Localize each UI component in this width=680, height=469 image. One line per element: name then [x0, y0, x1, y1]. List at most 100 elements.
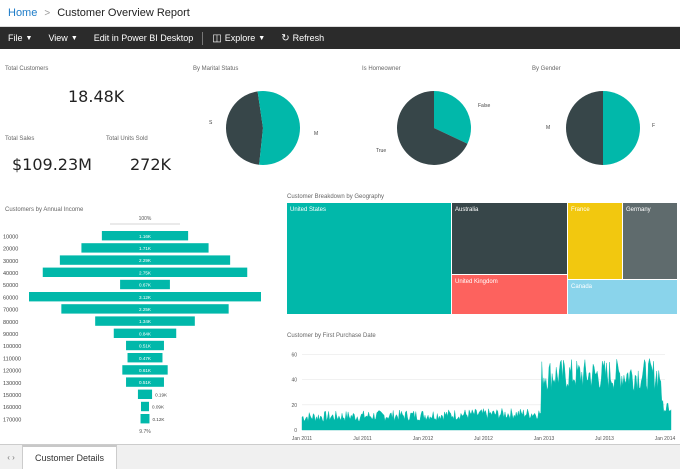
- treemap-chart[interactable]: United States Australia United Kingdom Fran…: [287, 203, 677, 315]
- funnel-value-label: 0.47K: [139, 356, 152, 361]
- refresh-icon: ↻: [281, 32, 290, 44]
- area-y-tick: 0: [294, 428, 297, 434]
- area-x-tick: Jan 2013: [534, 436, 555, 442]
- funnel-bar[interactable]: [141, 401, 149, 412]
- funnel-value-label: 0.67K: [139, 283, 152, 288]
- area-y-tick: 20: [291, 403, 297, 409]
- pie-homeowner-chart[interactable]: [393, 87, 475, 169]
- pie-gender-title: By Gender: [532, 66, 561, 72]
- pie-gender-label-m: M: [546, 125, 551, 131]
- refresh-label: Refresh: [292, 33, 325, 43]
- area-series[interactable]: [301, 358, 672, 431]
- breadcrumb-home-link[interactable]: Home: [8, 7, 37, 19]
- funnel-value-label: 2.75K: [139, 270, 152, 275]
- funnel-value-label: 0.09K: [152, 405, 165, 410]
- funnel-category-label: 120000: [3, 369, 21, 375]
- treemap-cell[interactable]: [287, 203, 451, 314]
- kpi-total-sales-value: $109.23M: [12, 155, 92, 174]
- view-menu[interactable]: View ▼: [48, 33, 77, 43]
- area-title: Customer by First Purchase Date: [287, 333, 376, 339]
- treemap-cell-label: France: [571, 207, 590, 213]
- treemap-cell[interactable]: [568, 203, 622, 279]
- funnel-value-label: 1.71K: [139, 246, 152, 251]
- pie-homeowner-label-true: True: [376, 148, 387, 154]
- area-x-tick: Jan 2014: [655, 436, 676, 442]
- treemap-cell-label: United States: [290, 207, 326, 213]
- kpi-total-customers-value: 18.48K: [68, 87, 125, 106]
- funnel-value-label: 0.51K: [139, 344, 152, 349]
- view-menu-label: View: [48, 33, 68, 43]
- chevron-down-icon: ▼: [25, 34, 33, 42]
- funnel-value-label: 0.84K: [139, 331, 152, 336]
- pie-homeowner-label-false: False: [478, 103, 491, 109]
- explore-menu-label: Explore: [224, 33, 256, 43]
- area-chart[interactable]: 0 20 40 60 Jan 2011 Jul 2011 Jan 2012 Jul 2012 J…: [287, 344, 677, 444]
- treemap-title: Customer Breakdown by Geography: [287, 194, 385, 200]
- funnel-category-label: 10000: [3, 234, 18, 240]
- treemap-cell-label: United Kingdom: [455, 279, 498, 285]
- kpi-total-sales-title: Total Sales: [5, 136, 35, 142]
- funnel-category-label: 70000: [3, 308, 18, 314]
- breadcrumb-separator: >: [44, 7, 51, 19]
- file-menu-label: File: [8, 33, 23, 43]
- tab-scroll-left[interactable]: ‹ ›: [0, 445, 22, 469]
- funnel-category-label: 30000: [3, 259, 18, 265]
- pie-slice-s[interactable]: [225, 91, 263, 165]
- funnel-value-label: 0.61K: [139, 368, 152, 373]
- funnel-bar[interactable]: [137, 389, 153, 399]
- treemap-cell-label: Canada: [571, 284, 593, 290]
- funnel-value-label: 0.12K: [152, 417, 165, 422]
- funnel-category-label: 50000: [3, 283, 18, 289]
- breadcrumb: Home > Customer Overview Report: [0, 0, 680, 27]
- area-x-tick: Jul 2011: [353, 436, 372, 442]
- area-y-tick: 40: [291, 378, 297, 384]
- funnel-value-label: 1.16K: [139, 234, 152, 239]
- area-x-tick: Jan 2012: [413, 436, 434, 442]
- pie-slice-f[interactable]: [603, 91, 640, 165]
- area-x-tick: Jan 2011: [292, 436, 312, 442]
- funnel-category-label: 90000: [3, 332, 18, 338]
- funnel-bottom-label: 9.7%: [139, 429, 151, 435]
- funnel-bar[interactable]: [140, 414, 150, 424]
- pie-slice-m[interactable]: [257, 91, 300, 166]
- funnel-category-label: 100000: [3, 344, 21, 350]
- pie-gender-label-f: F: [652, 123, 656, 129]
- explore-icon: ◫: [212, 32, 222, 44]
- funnel-value-label: 2.29K: [139, 258, 152, 263]
- file-menu[interactable]: File ▼: [8, 33, 32, 43]
- funnel-category-label: 160000: [3, 405, 21, 411]
- funnel-value-label: 3.12K: [139, 295, 152, 300]
- treemap-cell[interactable]: [452, 203, 567, 274]
- pie-marital-label-m: M: [314, 131, 319, 137]
- chevron-down-icon: ▼: [70, 34, 78, 42]
- treemap-cell-label: Australia: [455, 207, 479, 213]
- funnel-chart[interactable]: 100% 10000 1.16K 20000 1.71K 30000 2.29K 40000 2…: [0, 212, 280, 444]
- toolbar: File ▼ View ▼ Edit in Power BI Desktop ◫ Ex…: [0, 27, 680, 49]
- chevron-down-icon: ▼: [258, 34, 266, 42]
- treemap-cell-label: Germany: [626, 207, 651, 213]
- report-canvas: Total Customers 18.48K Total Sales $109.…: [0, 49, 680, 444]
- explore-menu[interactable]: ◫ Explore ▼: [212, 33, 265, 44]
- pie-marital-title: By Marital Status: [193, 66, 239, 72]
- kpi-total-customers-title: Total Customers: [5, 66, 49, 72]
- tab-customer-details[interactable]: Customer Details: [22, 445, 118, 469]
- pie-marital-chart[interactable]: [222, 87, 304, 169]
- pie-gender-chart[interactable]: [562, 87, 644, 169]
- funnel-value-label: 2.25K: [139, 307, 152, 312]
- funnel-value-label: 0.19K: [155, 392, 168, 397]
- kpi-total-units-value: 272K: [130, 155, 172, 174]
- funnel-category-label: 110000: [3, 356, 21, 362]
- pie-homeowner-title: Is Homeowner: [362, 66, 401, 72]
- funnel-category-label: 170000: [3, 417, 21, 423]
- funnel-category-label: 150000: [3, 393, 21, 399]
- edit-desktop-button[interactable]: Edit in Power BI Desktop: [94, 33, 194, 43]
- funnel-category-label: 60000: [3, 295, 18, 301]
- treemap-cell[interactable]: [623, 203, 677, 279]
- page-title: Customer Overview Report: [57, 7, 190, 19]
- pie-slice-m[interactable]: [566, 91, 603, 165]
- funnel-category-label: 130000: [3, 381, 21, 387]
- refresh-button[interactable]: ↻ Refresh: [281, 33, 324, 44]
- funnel-category-label: 20000: [3, 247, 18, 253]
- pie-marital-label-s: S: [209, 120, 213, 126]
- funnel-value-label: 0.51K: [139, 380, 152, 385]
